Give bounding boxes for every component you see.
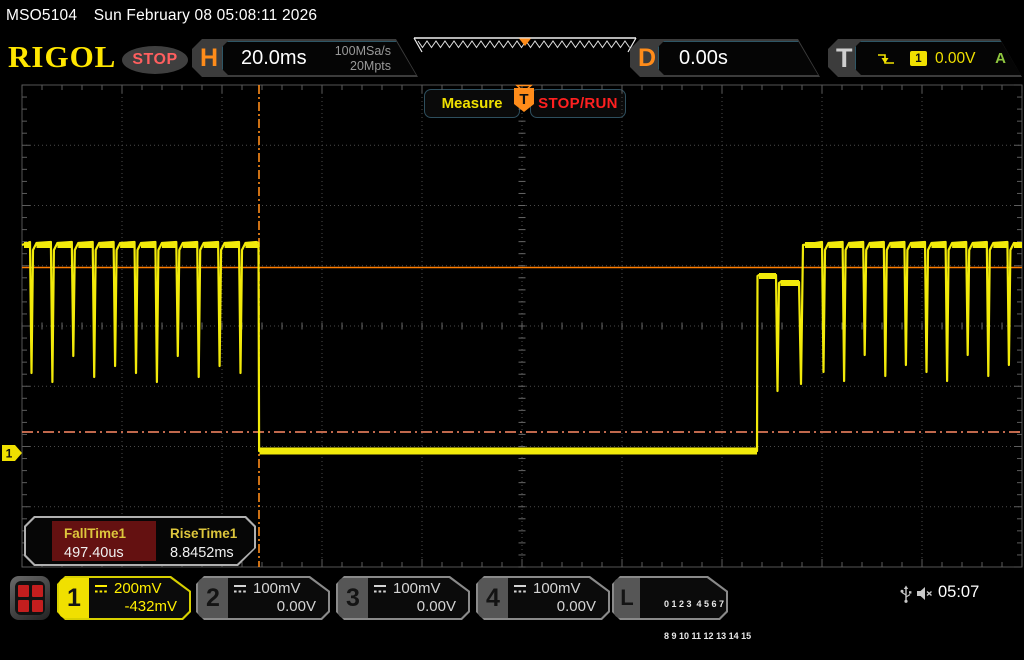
channel-number: 3: [338, 578, 368, 618]
measurement-value: 497.40us: [64, 545, 124, 561]
horizontal-label: H: [200, 39, 218, 77]
dc-coupling-icon: [512, 584, 528, 594]
timebase-value: 20.0ms: [241, 47, 307, 70]
digital-channels-8-15: 8 9 10 11 12 13 14 15: [664, 631, 751, 641]
measurement-item-risetime[interactable]: RiseTime1 8.8452ms: [158, 521, 262, 561]
trigger-source-badge: 1: [910, 51, 927, 66]
horizontal-settings-badge[interactable]: H 20.0ms 100MSa/s 20Mpts: [192, 39, 418, 77]
menu-grid-button[interactable]: [10, 576, 50, 620]
panel-background: FallTime1 497.40us RiseTime1 8.8452ms: [26, 518, 254, 564]
trigger-level-value: 0.00V: [935, 50, 976, 68]
measurement-results-panel: FallTime1 497.40us RiseTime1 8.8452ms: [24, 516, 256, 566]
channel-offset: 0.00V: [417, 598, 456, 615]
delay-value: 0.00s: [679, 47, 728, 70]
channel-offset: 0.00V: [557, 598, 596, 615]
sample-rate: 100MSa/s: [335, 44, 391, 58]
channel-scale: 100mV: [393, 580, 441, 597]
channel-2-box[interactable]: 2 100mV 0.00V: [196, 576, 330, 620]
dc-coupling-icon: [372, 584, 388, 594]
usb-icon: [899, 585, 913, 603]
measurement-name: FallTime1: [64, 526, 126, 541]
channel-3-box[interactable]: 3 100mV 0.00V: [336, 576, 470, 620]
trigger-marker-letter[interactable]: T: [519, 91, 528, 108]
digital-channels-0-7: 0 1 2 3 4 5 6 7: [664, 599, 724, 609]
channel-scale: 200mV: [114, 580, 162, 597]
sample-rate-info: 100MSa/s 20Mpts: [335, 44, 391, 73]
measurement-name: RiseTime1: [170, 526, 237, 541]
channel-1-box[interactable]: 1 200mV -432mV: [57, 576, 191, 620]
channel-number: 2: [198, 578, 228, 618]
channel-status-bar: 1 200mV -432mV 2: [0, 570, 1024, 630]
clock-text: 05:07: [938, 583, 979, 602]
channel-number: 1: [59, 578, 89, 618]
channel-offset: -432mV: [124, 598, 177, 615]
speaker-muted-icon: [916, 586, 933, 601]
measurement-value: 8.8452ms: [170, 545, 234, 561]
memory-depth: 20Mpts: [350, 59, 391, 73]
channel-number: 4: [478, 578, 508, 618]
logic-label: L: [614, 578, 640, 618]
dc-coupling-icon: [93, 584, 109, 594]
trigger-sweep-mode: A: [995, 50, 1006, 67]
dc-coupling-icon: [232, 584, 248, 594]
channel1-marker-label: 1: [6, 447, 13, 461]
logic-analyzer-box[interactable]: L 0 1 2 3 4 5 6 7 8 9 10 11 12 13 14 15: [612, 576, 728, 620]
channel-scale: 100mV: [253, 580, 301, 597]
falling-edge-icon: [876, 51, 896, 67]
measurement-item-falltime[interactable]: FallTime1 497.40us: [52, 521, 156, 561]
digital-channel-list: 0 1 2 3 4 5 6 7 8 9 10 11 12 13 14 15: [644, 580, 724, 660]
channel-scale: 100mV: [533, 580, 581, 597]
trigger-label: T: [836, 39, 853, 77]
channel-offset: 0.00V: [277, 598, 316, 615]
oscilloscope-screen: T1 MSO5104 Sun February 08 05:08:11 2026…: [0, 0, 1024, 630]
delay-label: D: [638, 39, 656, 77]
channel-4-box[interactable]: 4 100mV 0.00V: [476, 576, 610, 620]
menu-grid-icon: [15, 581, 45, 615]
